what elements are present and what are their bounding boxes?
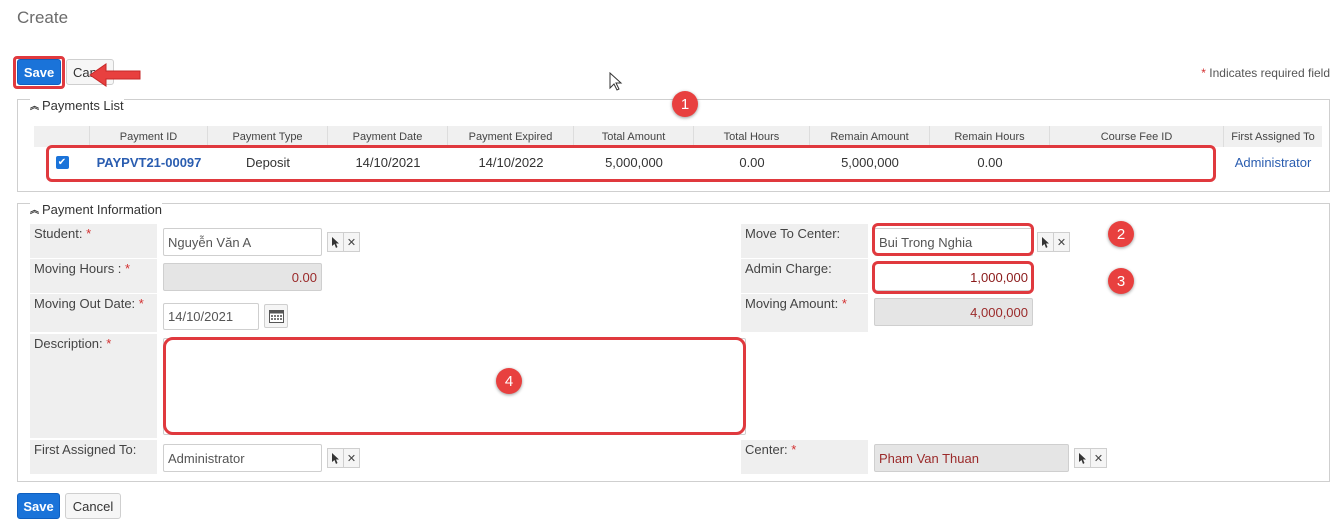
payments-list-title: Payments List xyxy=(42,98,124,113)
col-payment-type[interactable]: Payment Type xyxy=(208,126,328,147)
col-payment-expired[interactable]: Payment Expired xyxy=(448,126,574,147)
footer-cancel-button[interactable]: Cancel xyxy=(65,493,121,519)
double-chevron-up-icon: ︽ xyxy=(30,101,40,111)
move-to-center-clear-button[interactable]: ✕ xyxy=(1053,232,1070,252)
student-clear-button[interactable]: ✕ xyxy=(343,232,360,252)
payment-information-header[interactable]: ︽ Payment Information xyxy=(30,202,162,217)
calendar-button[interactable] xyxy=(264,304,288,328)
red-arrow-icon xyxy=(89,63,141,87)
mouse-cursor-icon xyxy=(609,72,623,91)
first-assigned-clear-button[interactable]: ✕ xyxy=(343,448,360,468)
payment-row-highlight-box xyxy=(46,145,1216,182)
cursor-arrow-icon xyxy=(1041,236,1049,248)
col-total-amount[interactable]: Total Amount xyxy=(574,126,694,147)
description-label: Description: * xyxy=(30,334,157,438)
admin-charge-highlight-box xyxy=(872,261,1034,294)
center-input: Pham Van Thuan xyxy=(874,444,1069,472)
col-remain-amount[interactable]: Remain Amount xyxy=(810,126,930,147)
moving-out-date-label: Moving Out Date: * xyxy=(30,294,157,332)
page-title: Create xyxy=(17,8,69,27)
moving-out-date-input[interactable]: 14/10/2021 xyxy=(163,303,259,330)
moving-amount-label: Moving Amount: * xyxy=(741,294,868,332)
student-label: Student: * xyxy=(30,224,157,258)
payment-information-title: Payment Information xyxy=(42,202,162,217)
double-chevron-up-icon: ︽ xyxy=(30,205,40,215)
payments-list-header[interactable]: ︽ Payments List xyxy=(30,98,124,113)
description-highlight-box xyxy=(163,337,746,435)
annotation-badge-2: 2 xyxy=(1108,221,1134,247)
first-assigned-select-button[interactable] xyxy=(327,448,344,468)
annotation-badge-1: 1 xyxy=(672,91,698,117)
first-assigned-to-link[interactable]: Administrator xyxy=(1224,151,1322,173)
col-first-assigned-to[interactable]: First Assigned To xyxy=(1224,126,1322,147)
center-select-button[interactable] xyxy=(1074,448,1091,468)
move-to-center-highlight-box xyxy=(872,223,1034,256)
col-remain-hours[interactable]: Remain Hours xyxy=(930,126,1050,147)
annotation-badge-4: 4 xyxy=(496,368,522,394)
admin-charge-label: Admin Charge: xyxy=(741,259,868,293)
center-label: Center: * xyxy=(741,440,868,474)
student-input[interactable]: Nguyễn Văn A xyxy=(163,228,322,256)
moving-hours-input: 0.00 xyxy=(163,263,322,291)
cursor-arrow-icon xyxy=(331,236,339,248)
first-assigned-to-input[interactable]: Administrator xyxy=(163,444,322,472)
center-clear-button[interactable]: ✕ xyxy=(1090,448,1107,468)
col-payment-date[interactable]: Payment Date xyxy=(328,126,448,147)
cursor-arrow-icon xyxy=(1078,452,1086,464)
col-payment-id[interactable]: Payment ID xyxy=(90,126,208,147)
save-highlight-box xyxy=(13,56,65,89)
payments-table-header: Payment ID Payment Type Payment Date Pay… xyxy=(34,126,1322,147)
moving-amount-input: 4,000,000 xyxy=(874,298,1033,326)
student-select-button[interactable] xyxy=(327,232,344,252)
col-select xyxy=(34,126,90,147)
col-course-fee-id[interactable]: Course Fee ID xyxy=(1050,126,1224,147)
moving-hours-label: Moving Hours : * xyxy=(30,259,157,293)
move-to-center-label: Move To Center: xyxy=(741,224,868,258)
first-assigned-to-label: First Assigned To: xyxy=(30,440,157,474)
move-to-center-select-button[interactable] xyxy=(1037,232,1054,252)
required-field-note: * Indicates required field xyxy=(1201,66,1330,80)
annotation-badge-3: 3 xyxy=(1108,268,1134,294)
cursor-arrow-icon xyxy=(331,452,339,464)
calendar-icon xyxy=(268,310,284,323)
footer-save-button[interactable]: Save xyxy=(17,493,60,519)
col-total-hours[interactable]: Total Hours xyxy=(694,126,810,147)
